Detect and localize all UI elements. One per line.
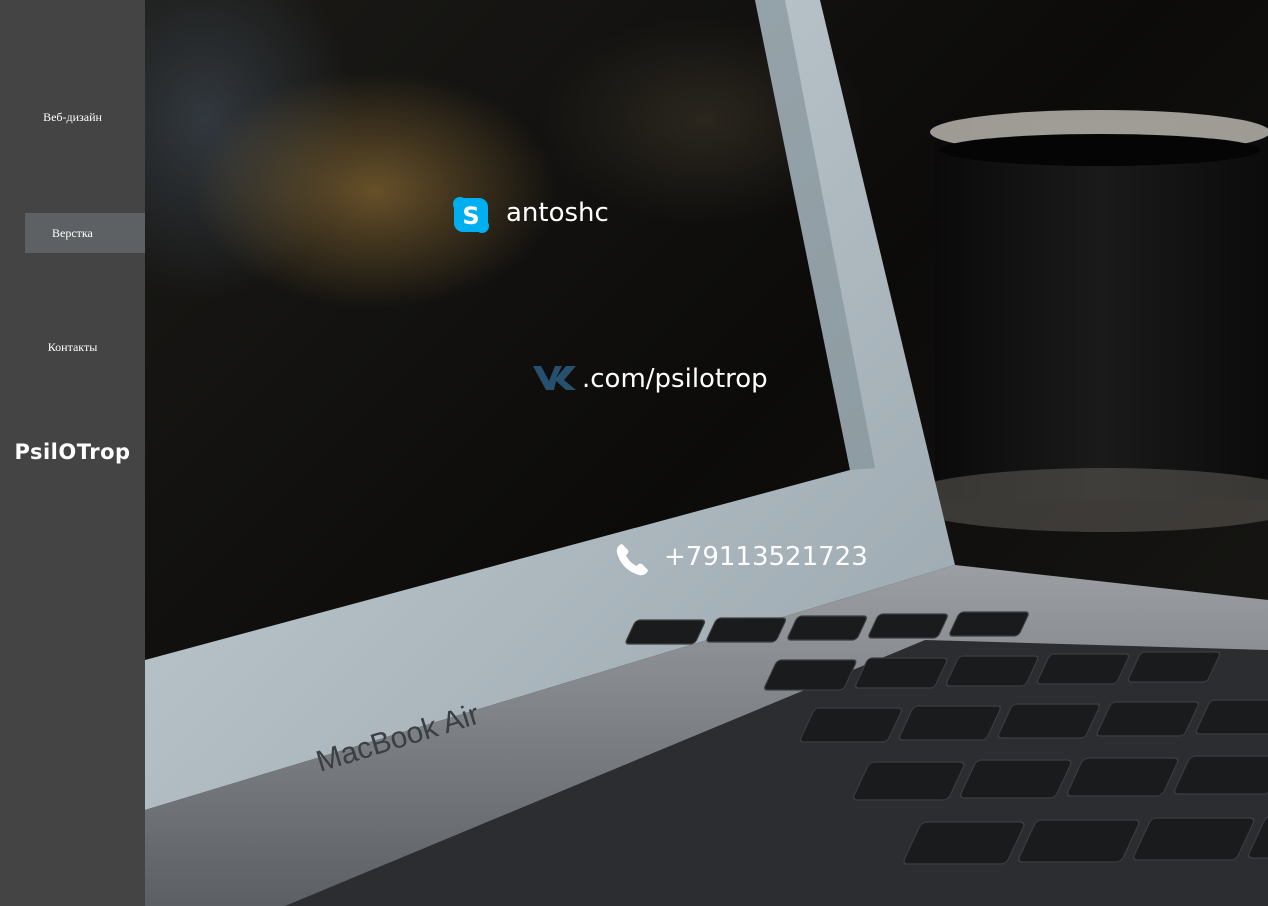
- phone-number: +79113521723: [664, 542, 868, 572]
- logo-part1: PsilO: [14, 440, 77, 464]
- sidebar: Веб-дизайн Верстка Контакты PsilOTrop: [0, 0, 145, 906]
- nav-item-web-design[interactable]: Веб-дизайн: [0, 110, 145, 125]
- nav-item-contacts[interactable]: Контакты: [0, 340, 145, 355]
- laptop-photo: MacBook Air: [145, 0, 1268, 906]
- hero-background: MacBook Air: [145, 0, 1268, 906]
- skype-username: antoshc: [506, 198, 609, 228]
- svg-text:S: S: [462, 202, 479, 230]
- skype-icon: S: [453, 197, 489, 233]
- vk-icon: [533, 366, 576, 390]
- vk-link: .com/psilotrop: [582, 364, 768, 394]
- phone-icon: [616, 544, 648, 576]
- logo-part2: Trop: [76, 440, 131, 464]
- nav-item-layout[interactable]: Верстка: [25, 213, 145, 253]
- logo[interactable]: PsilOTrop: [0, 440, 145, 464]
